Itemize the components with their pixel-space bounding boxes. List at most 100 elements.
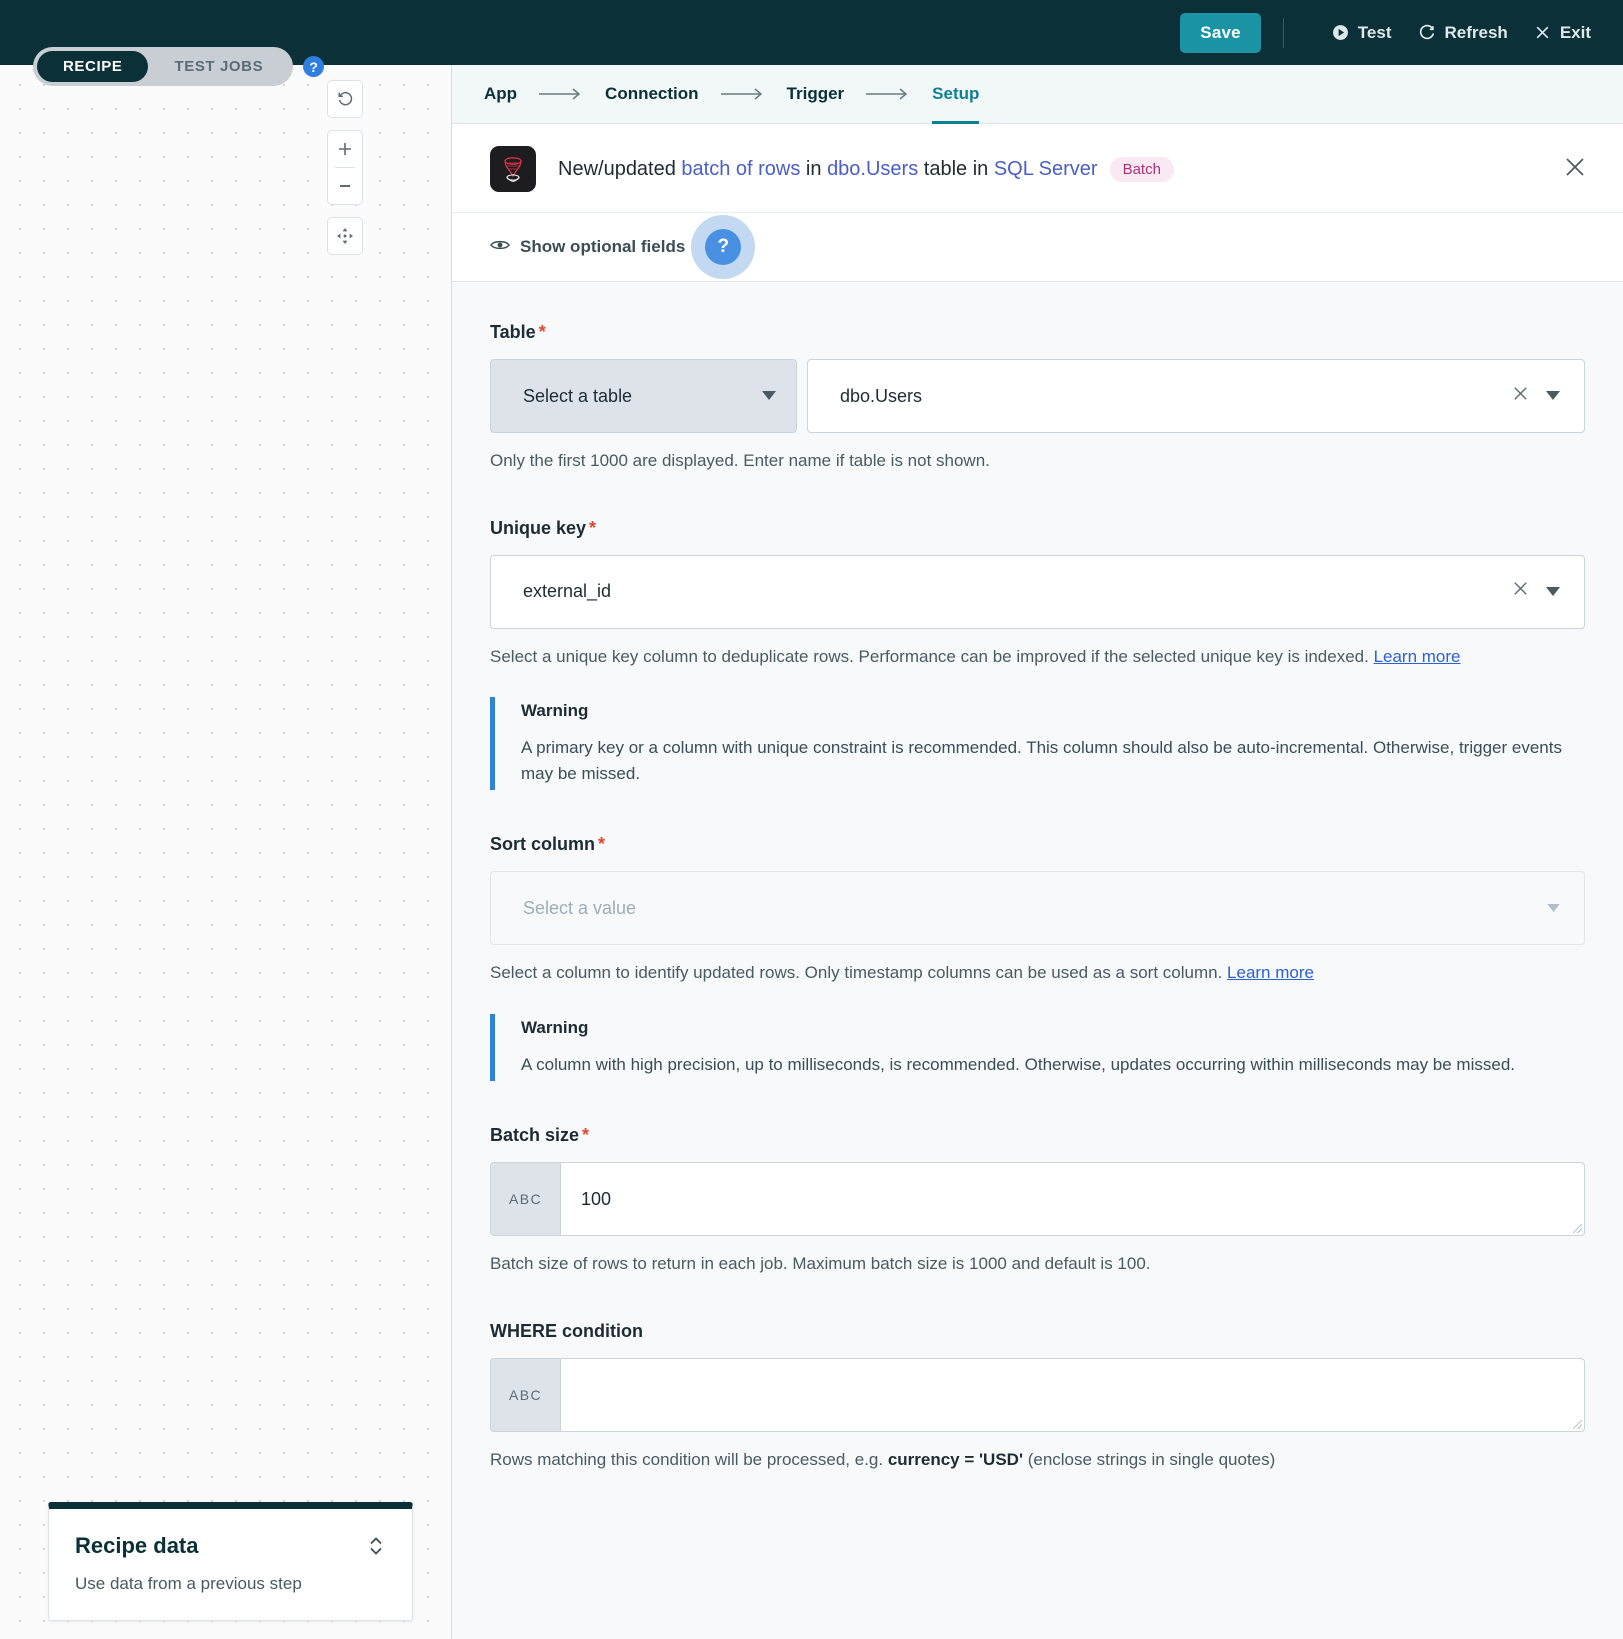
sort-column-label: Sort column *	[490, 834, 1585, 855]
required-marker: *	[598, 834, 606, 855]
datatype-abc-icon: ABC	[491, 1163, 561, 1236]
sort-column-label-text: Sort column	[490, 834, 596, 855]
tab-recipe[interactable]: RECIPE	[37, 51, 149, 82]
title-mid-1: in	[800, 157, 828, 180]
sort-column-help-text: Select a column to identify updated rows…	[490, 961, 1585, 986]
step-connection[interactable]: Connection	[605, 65, 699, 124]
status-badge: Batch	[1109, 156, 1174, 182]
expand-collapse-icon[interactable]	[366, 1533, 386, 1564]
required-marker: *	[582, 1125, 590, 1146]
unique-key-label-text: Unique key	[490, 517, 587, 538]
clear-icon[interactable]	[1495, 579, 1546, 604]
tab-test-jobs[interactable]: TEST JOBS	[148, 51, 289, 82]
title-link-table[interactable]: dbo.Users	[827, 157, 918, 179]
batch-size-value: 100	[581, 1188, 612, 1209]
play-circle-icon	[1332, 24, 1349, 41]
test-label: Test	[1357, 22, 1392, 42]
eye-icon	[490, 237, 510, 257]
batch-size-help-text: Batch size of rows to return in each job…	[490, 1254, 1151, 1274]
recipe-canvas[interactable]	[0, 65, 452, 1639]
canvas-view-toggle: RECIPE TEST JOBS ?	[33, 47, 325, 86]
sql-server-icon	[490, 146, 536, 192]
chevron-down-icon[interactable]	[1546, 389, 1566, 403]
save-button[interactable]: Save	[1180, 12, 1261, 53]
resize-handle[interactable]	[1572, 1223, 1582, 1234]
optional-fields-row: Show optional fields ?	[452, 212, 1623, 281]
learn-more-link[interactable]: Learn more	[1374, 647, 1461, 666]
zoom-in-icon[interactable]	[327, 131, 363, 167]
where-condition-label-text: WHERE condition	[490, 1321, 643, 1342]
sort-column-help-pre: Select a column to identify updated rows…	[490, 963, 1228, 983]
arrow-right-icon	[720, 87, 765, 101]
unique-key-help-text: Select a unique key column to deduplicat…	[490, 645, 1585, 670]
refresh-button[interactable]: Refresh	[1418, 23, 1508, 43]
table-name-input[interactable]: dbo.Users	[807, 359, 1585, 433]
recipe-data-card[interactable]: Recipe data Use data from a previous ste…	[48, 1502, 413, 1621]
recipe-data-title: Recipe data	[75, 1533, 199, 1558]
warning-title: Warning	[521, 701, 589, 721]
required-marker: *	[589, 517, 597, 538]
unique-key-warning: Warning A primary key or a column with u…	[490, 697, 1585, 791]
canvas-help-icon[interactable]: ?	[303, 56, 325, 77]
step-setup[interactable]: Setup	[932, 65, 980, 124]
trigger-header-row: New/updated batch of rows in dbo.Users t…	[452, 124, 1623, 212]
unique-key-input[interactable]: external_id	[490, 554, 1585, 629]
field-unique-key: Unique key * external_id Select a unique …	[490, 518, 1585, 791]
trigger-title: New/updated batch of rows in dbo.Users t…	[558, 156, 1537, 182]
help-icon[interactable]: ?	[705, 229, 742, 265]
recipe-data-header: Recipe data	[75, 1533, 386, 1564]
where-condition-value	[561, 1359, 1584, 1431]
where-condition-label: WHERE condition	[490, 1321, 1585, 1342]
learn-more-link[interactable]: Learn more	[1227, 963, 1314, 982]
warning-body: A column with high precision, up to mill…	[521, 1054, 1515, 1074]
recipe-editor-screen: Save Test Refresh Exit RECIPE TEST JOBS …	[0, 0, 1623, 1639]
unique-key-value: external_id	[523, 581, 612, 602]
title-prefix: New/updated	[558, 157, 682, 180]
trigger-header-card: New/updated batch of rows in dbo.Users t…	[452, 124, 1623, 282]
batch-size-input[interactable]: ABC 100	[490, 1162, 1585, 1237]
close-icon	[1534, 24, 1551, 41]
table-select-dropdown[interactable]: Select a table	[490, 359, 797, 433]
canvas-controls	[327, 80, 367, 267]
recipe-data-subtitle: Use data from a previous step	[75, 1574, 302, 1593]
title-link-batch-of-rows[interactable]: batch of rows	[681, 157, 800, 179]
resize-handle[interactable]	[1572, 1419, 1582, 1430]
table-input-row: Select a table dbo.Users	[490, 359, 1585, 433]
step-app[interactable]: App	[484, 65, 517, 124]
chevron-down-icon[interactable]	[1546, 585, 1566, 599]
chevron-down-icon[interactable]	[1547, 901, 1566, 915]
setup-panel: App Connection Trigger Setup New/updated…	[452, 65, 1623, 1639]
fit-screen-icon[interactable]	[327, 218, 363, 254]
field-table: Table * Select a table dbo.Users Only th…	[490, 322, 1585, 474]
show-optional-fields-button[interactable]: Show optional fields	[490, 237, 685, 257]
sort-column-placeholder: Select a value	[523, 897, 637, 918]
title-mid-2: table in	[918, 157, 994, 180]
zoom-control-box	[327, 130, 363, 205]
where-condition-input[interactable]: ABC	[490, 1358, 1585, 1433]
chevron-down-icon	[762, 389, 776, 403]
table-label: Table *	[490, 322, 1585, 343]
step-trigger[interactable]: Trigger	[787, 65, 845, 124]
test-button[interactable]: Test	[1332, 23, 1392, 43]
where-help-example: currency = 'USD'	[887, 1450, 1023, 1470]
reset-view-box	[327, 80, 363, 118]
where-help-pre: Rows matching this condition will be pro…	[490, 1450, 888, 1470]
setup-form: Table * Select a table dbo.Users Only th…	[452, 282, 1623, 1473]
unique-key-help-pre: Select a unique key column to deduplicat…	[490, 646, 1374, 666]
reset-icon[interactable]	[327, 81, 363, 117]
close-icon[interactable]	[1559, 151, 1591, 188]
batch-size-label-text: Batch size	[490, 1125, 580, 1146]
warning-body: A primary key or a column with unique co…	[521, 738, 1562, 783]
toolbar-divider	[1282, 17, 1284, 48]
clear-icon[interactable]	[1495, 384, 1546, 409]
table-label-text: Table	[490, 322, 536, 342]
zoom-out-icon[interactable]	[327, 168, 363, 204]
field-where-condition: WHERE condition ABC Rows matching this c…	[490, 1321, 1585, 1473]
required-marker: *	[538, 322, 546, 342]
title-link-connector[interactable]: SQL Server	[994, 157, 1098, 179]
exit-button[interactable]: Exit	[1534, 23, 1591, 43]
sort-column-warning: Warning A column with high precision, up…	[490, 1013, 1585, 1082]
show-optional-fields-label: Show optional fields	[520, 237, 686, 256]
sort-column-input[interactable]: Select a value	[490, 871, 1585, 946]
where-condition-help-text: Rows matching this condition will be pro…	[490, 1448, 1585, 1473]
